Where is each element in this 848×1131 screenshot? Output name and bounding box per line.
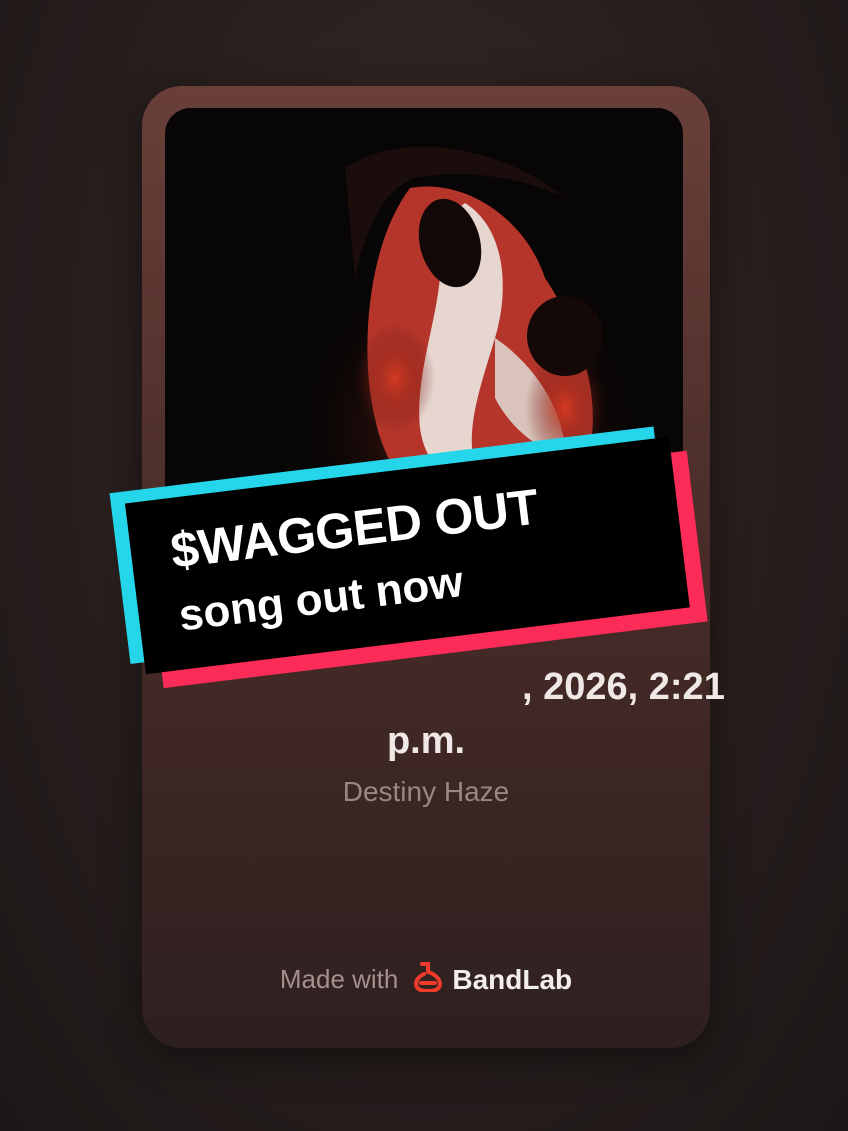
bandlab-logo-icon	[412, 962, 444, 997]
made-with-footer[interactable]: Made with BandLab	[142, 962, 710, 997]
bandlab-name: BandLab	[452, 963, 573, 995]
made-with-label: Made with	[279, 964, 399, 994]
artist-name: Destiny Haze	[342, 776, 510, 807]
song-title-line-2: p.m.	[386, 720, 466, 762]
bandlab-brand[interactable]: BandLab	[412, 962, 572, 997]
